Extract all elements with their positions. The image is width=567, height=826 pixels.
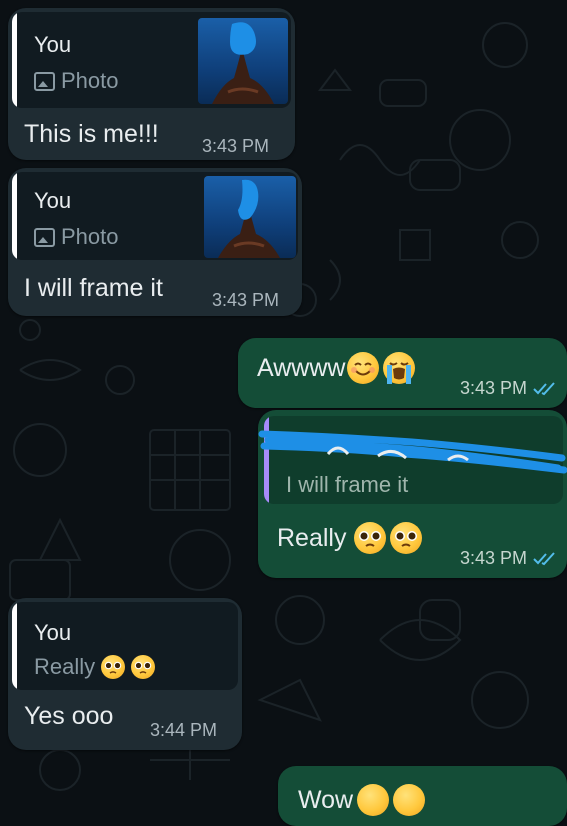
message-time-label: 3:43 PM <box>460 378 528 398</box>
quote-bar <box>12 172 17 260</box>
message-time-label: 3:43 PM <box>212 290 280 310</box>
message-bubble-incoming[interactable]: You Really Yes ooo 3:44 PM <box>8 598 242 750</box>
quote-text: Photo <box>34 68 119 94</box>
quote-text: Photo <box>34 224 119 250</box>
message-text: Yes ooo <box>24 702 114 730</box>
message-text: Awwww <box>257 352 416 384</box>
message-bubble-incoming[interactable]: You Photo This is me!!! 3:43 PM <box>8 8 295 160</box>
grinning-face-icon <box>357 784 390 816</box>
photo-thumbnail-image <box>218 179 280 258</box>
double-check-icon <box>533 551 555 565</box>
quote-sender: You <box>34 620 72 645</box>
quoted-message[interactable]: You Photo <box>12 12 291 108</box>
message-text: I will frame it <box>24 274 163 302</box>
photo-icon <box>34 71 55 91</box>
relieved-face-icon <box>393 784 426 816</box>
redacted-sender-scribble <box>258 430 567 474</box>
message-time-label: 3:43 PM <box>202 136 270 156</box>
photo-thumbnail[interactable] <box>198 18 288 104</box>
message-text: Really <box>277 522 423 554</box>
pleading-face-icon <box>101 655 126 679</box>
message-text-label: Awwww <box>257 353 346 382</box>
quote-text-label: Really <box>34 654 96 679</box>
double-check-icon <box>533 381 555 395</box>
smiling-face-icon <box>347 352 380 384</box>
quote-bar <box>12 602 17 690</box>
quoted-message[interactable]: You Really <box>12 602 238 690</box>
pleading-face-icon <box>354 522 387 554</box>
message-text: Wow <box>298 784 426 816</box>
quoted-message[interactable]: You Photo <box>12 172 298 260</box>
pleading-face-icon <box>131 655 156 679</box>
photo-thumbnail[interactable] <box>204 176 296 258</box>
message-bubble-outgoing[interactable]: Wow <box>278 766 567 826</box>
message-text: This is me!!! <box>24 120 159 148</box>
pleading-face-icon <box>390 522 423 554</box>
loudly-crying-face-icon <box>383 352 416 384</box>
message-time: 3:43 PM <box>212 290 279 311</box>
message-bubble-outgoing[interactable]: I will frame it Really 3:43 PM <box>258 410 567 578</box>
quote-sender: You <box>34 32 72 57</box>
message-text-label: Wow <box>298 785 354 814</box>
photo-icon <box>34 227 55 247</box>
message-time: 3:43 PM <box>460 548 557 569</box>
message-bubble-outgoing[interactable]: Awwww 3:43 PM <box>238 338 567 408</box>
quote-sender: You <box>34 188 72 213</box>
message-time: 3:43 PM <box>202 136 269 157</box>
message-time: 3:44 PM <box>150 720 217 741</box>
message-text-label: Really <box>277 523 347 552</box>
message-bubble-incoming[interactable]: You Photo I will frame it 3:43 PM <box>8 168 302 316</box>
photo-thumbnail-image <box>212 22 274 104</box>
message-time-label: 3:43 PM <box>460 548 528 568</box>
quote-text-label: Photo <box>61 68 119 93</box>
quote-text-label: Photo <box>61 224 119 249</box>
quote-text: Really <box>34 654 156 680</box>
message-time: 3:43 PM <box>460 378 557 399</box>
quote-bar <box>12 12 17 108</box>
message-time-label: 3:44 PM <box>150 720 218 740</box>
